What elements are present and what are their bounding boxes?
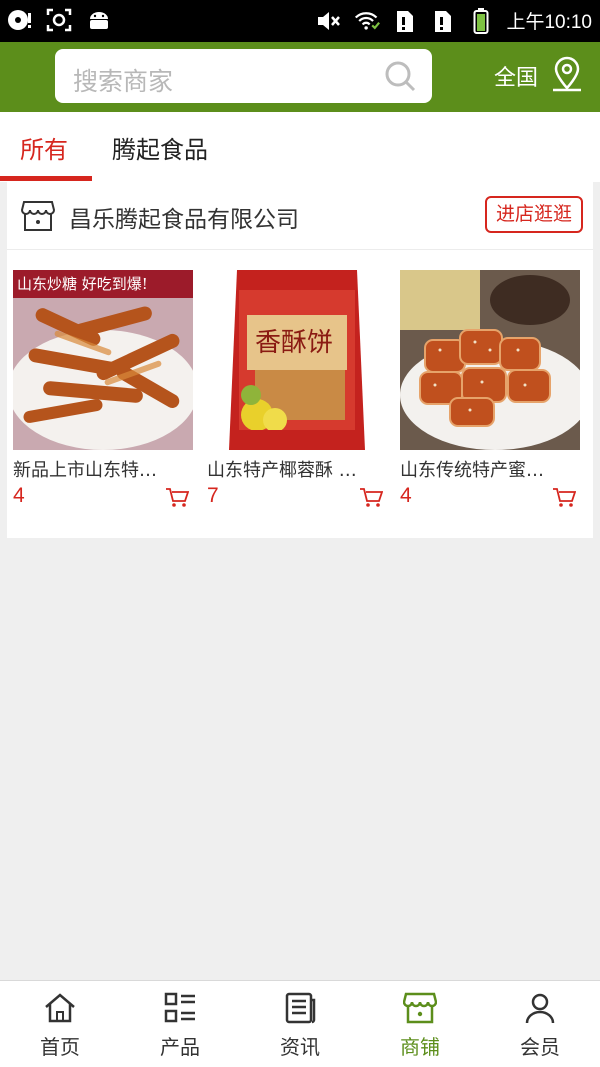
search-icon[interactable] — [384, 60, 416, 92]
nav-home[interactable]: 首页 — [0, 981, 120, 1067]
sim1-icon — [392, 8, 418, 34]
nav-member[interactable]: 会员 — [480, 981, 600, 1067]
status-bar: 上午10:10 — [0, 0, 600, 42]
product-title[interactable]: 山东特产椰蓉酥 … — [207, 456, 387, 482]
home-icon — [45, 993, 75, 1023]
battery-icon — [468, 7, 494, 34]
location-pin-icon[interactable] — [551, 56, 583, 92]
active-tab-indicator — [0, 176, 92, 181]
cart-icon[interactable] — [165, 487, 189, 509]
shop-card: 昌乐腾起食品有限公司 进店逛逛 山东炒糖 好吃到爆! 新品上市山东特… 4 香酥… — [7, 182, 593, 538]
visit-shop-button[interactable]: 进店逛逛 — [485, 196, 583, 233]
tab-tengqi-food[interactable]: 腾起食品 — [112, 130, 208, 165]
screenshot-icon — [46, 7, 72, 33]
region-selector[interactable]: 全国 — [494, 60, 538, 92]
record-icon — [6, 7, 32, 33]
android-icon — [86, 7, 112, 33]
cart-icon[interactable] — [552, 487, 576, 509]
product-package-text: 香酥饼 — [255, 328, 334, 358]
product-card[interactable]: 香酥饼 山东特产椰蓉酥 … 7 — [207, 270, 387, 507]
grid-list-icon — [164, 992, 195, 1023]
nav-label: 商铺 — [400, 1035, 440, 1059]
category-tabs: 所有 腾起食品 — [0, 112, 600, 182]
product-image[interactable]: 山东炒糖 好吃到爆! — [13, 270, 193, 450]
mute-icon — [316, 8, 342, 34]
bottom-nav: 首页 产品 资讯 商铺 会员 — [0, 980, 600, 1067]
user-icon — [525, 993, 555, 1024]
product-price: 7 — [207, 484, 219, 507]
tab-all[interactable]: 所有 — [20, 130, 68, 165]
wifi-icon — [354, 8, 381, 34]
cart-icon[interactable] — [359, 487, 383, 509]
search-input[interactable]: 搜索商家 — [73, 62, 173, 98]
product-price: 4 — [13, 484, 25, 507]
status-time: 上午10:10 — [506, 12, 592, 33]
product-banner-text: 山东炒糖 好吃到爆! — [17, 275, 148, 293]
product-price: 4 — [400, 484, 412, 507]
shop-name: 昌乐腾起食品有限公司 — [69, 207, 299, 233]
sim2-icon — [430, 8, 456, 34]
shop-icon — [403, 992, 437, 1024]
product-card[interactable]: 山东传统特产蜜… 4 — [400, 270, 580, 507]
nav-products[interactable]: 产品 — [120, 981, 240, 1067]
shop-icon — [21, 201, 55, 231]
nav-shops[interactable]: 商铺 — [360, 981, 480, 1067]
product-card[interactable]: 山东炒糖 好吃到爆! 新品上市山东特… 4 — [13, 270, 193, 507]
search-box[interactable]: 搜索商家 — [55, 49, 432, 103]
nav-label: 资讯 — [280, 1035, 320, 1059]
nav-label: 会员 — [520, 1035, 560, 1059]
nav-label: 产品 — [160, 1035, 200, 1059]
top-header: 搜索商家 全国 — [0, 42, 600, 112]
product-title[interactable]: 山东传统特产蜜… — [400, 456, 580, 482]
product-title[interactable]: 新品上市山东特… — [13, 456, 193, 482]
shop-header[interactable]: 昌乐腾起食品有限公司 进店逛逛 — [7, 182, 593, 250]
product-image[interactable] — [400, 270, 580, 450]
product-image[interactable]: 香酥饼 — [207, 270, 387, 450]
news-icon — [285, 992, 316, 1024]
nav-news[interactable]: 资讯 — [240, 981, 360, 1067]
nav-label: 首页 — [40, 1035, 80, 1059]
